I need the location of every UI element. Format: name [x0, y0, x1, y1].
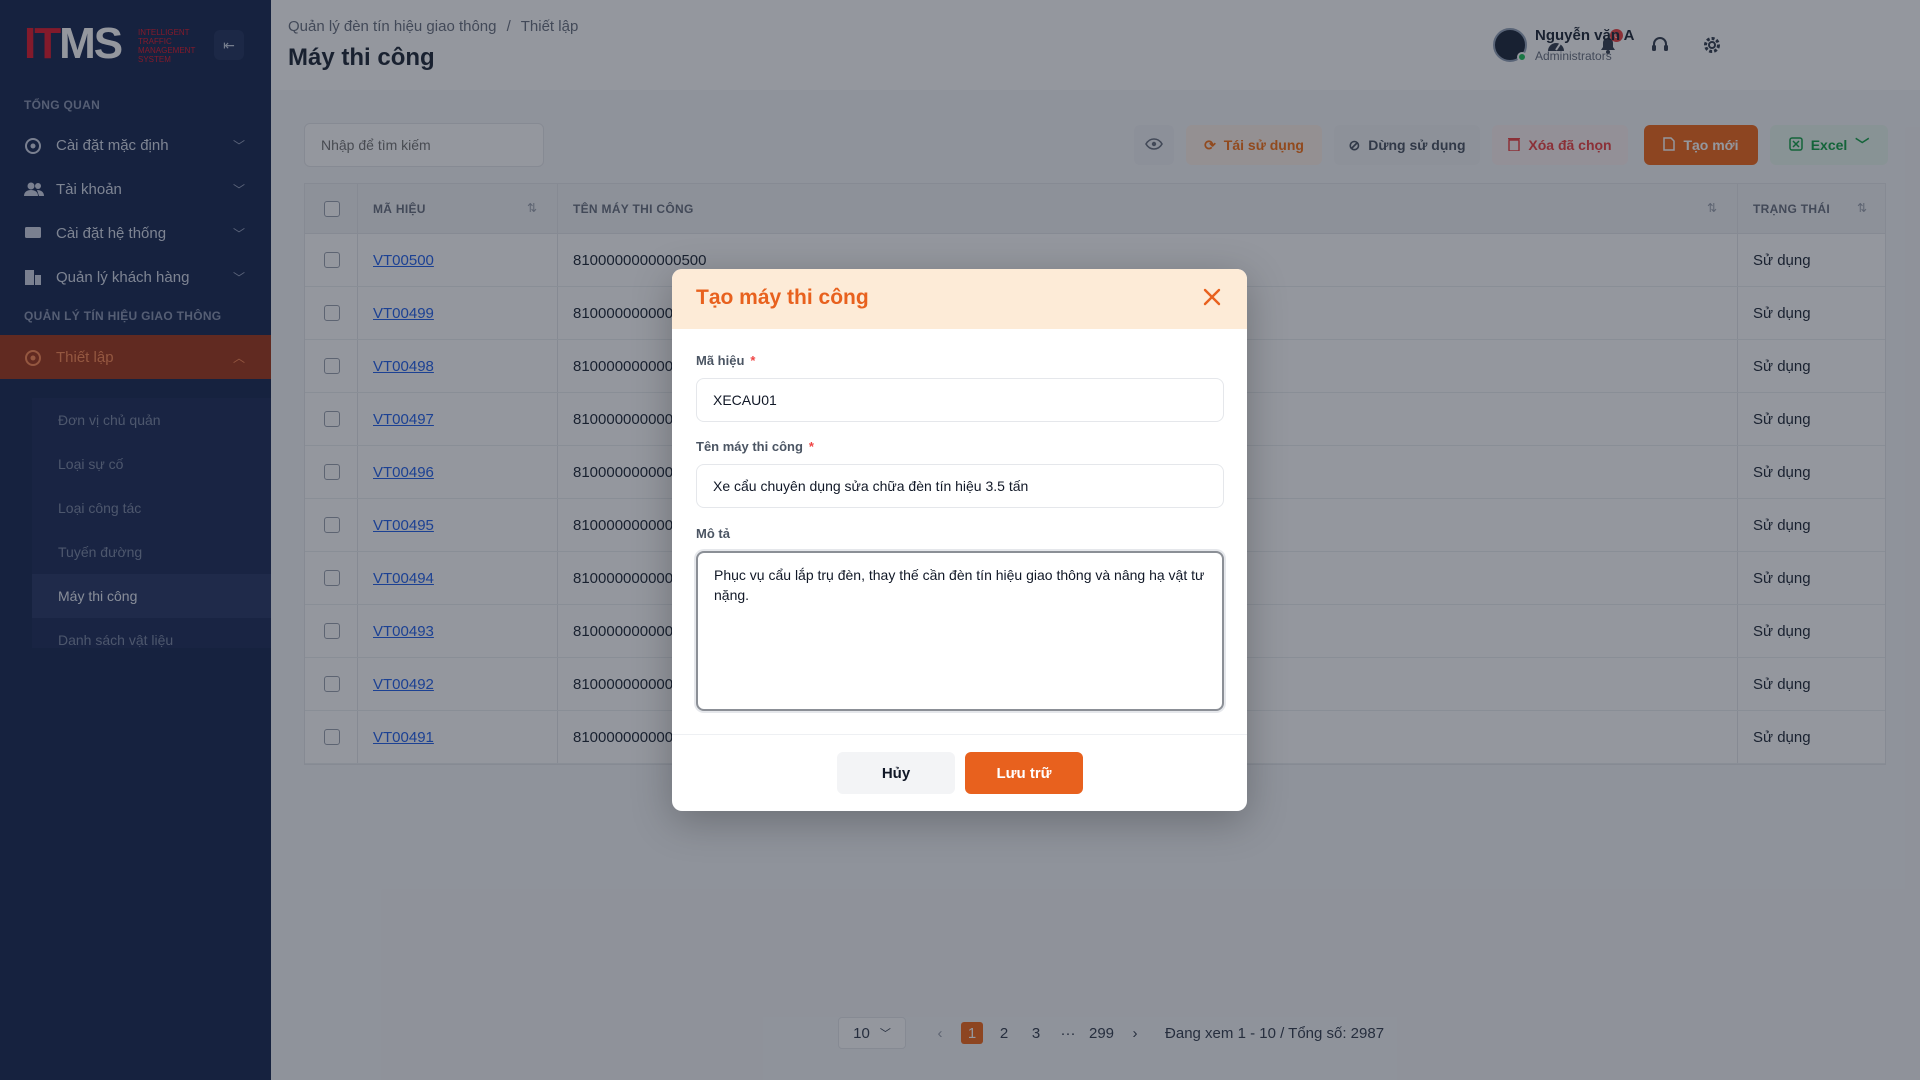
create-machine-dialog: Tạo máy thi công Mã hiệu * XECAU01 Tên má… [672, 269, 1247, 811]
code-field-label: Mã hiệu * [696, 353, 755, 368]
machine-name-input[interactable]: Xe cẩu chuyên dụng sửa chữa đèn tín hiệu… [696, 464, 1224, 508]
code-input[interactable]: XECAU01 [696, 378, 1224, 422]
save-button[interactable]: Lưu trữ [965, 752, 1083, 794]
required-mark: * [808, 439, 814, 454]
description-textarea[interactable]: Phục vụ cẩu lắp trụ đèn, thay thế cần đè… [696, 551, 1224, 711]
dialog-title: Tạo máy thi công [696, 286, 869, 309]
code-label-text: Mã hiệu [696, 353, 745, 368]
close-dialog-button[interactable] [1196, 283, 1228, 315]
dialog-footer: Hủy Lưu trữ [672, 734, 1247, 811]
name-field-label: Tên máy thi công * [696, 439, 814, 454]
dialog-header: Tạo máy thi công [672, 269, 1247, 329]
cancel-button[interactable]: Hủy [837, 752, 955, 794]
required-mark: * [750, 353, 756, 368]
description-field-label: Mô tả [696, 526, 730, 541]
close-icon [1203, 288, 1221, 311]
name-label-text: Tên máy thi công [696, 439, 803, 454]
